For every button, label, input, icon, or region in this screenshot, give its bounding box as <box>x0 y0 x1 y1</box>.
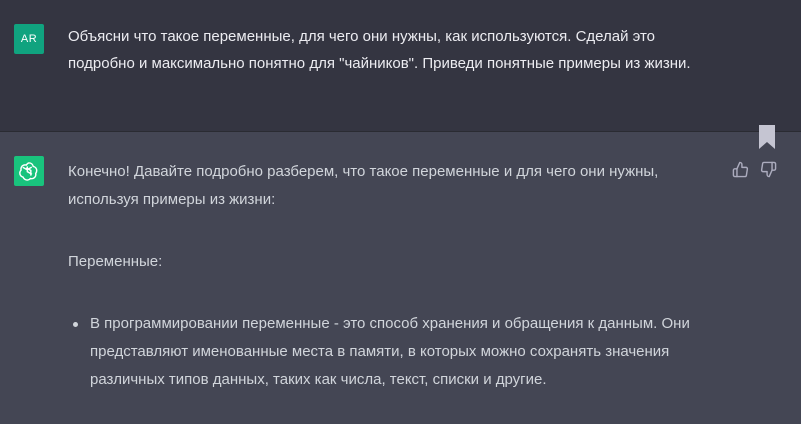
user-avatar-initials: AR <box>20 33 38 45</box>
thumbs-down-icon[interactable] <box>760 161 777 178</box>
thumbs-up-icon[interactable] <box>732 161 749 178</box>
assistant-message: Конечно! Давайте подробно разберем, что … <box>0 132 801 424</box>
openai-logo-icon <box>19 162 38 181</box>
assistant-avatar <box>14 156 44 186</box>
user-message: AR Объясни что такое переменные, для чег… <box>0 0 801 132</box>
bookmark-icon[interactable] <box>757 125 777 149</box>
bullet-list: В программировании переменные - это спос… <box>68 310 728 394</box>
section-heading: Переменные: <box>68 253 163 270</box>
assistant-intro: Конечно! Давайте подробно разберем, что … <box>68 163 659 208</box>
user-message-text: Объясни что такое переменные, для чего о… <box>68 28 691 72</box>
list-item: В программировании переменные - это спос… <box>73 310 728 394</box>
user-avatar: AR <box>14 24 44 54</box>
assistant-message-content: Конечно! Давайте подробно разберем, что … <box>68 158 728 394</box>
